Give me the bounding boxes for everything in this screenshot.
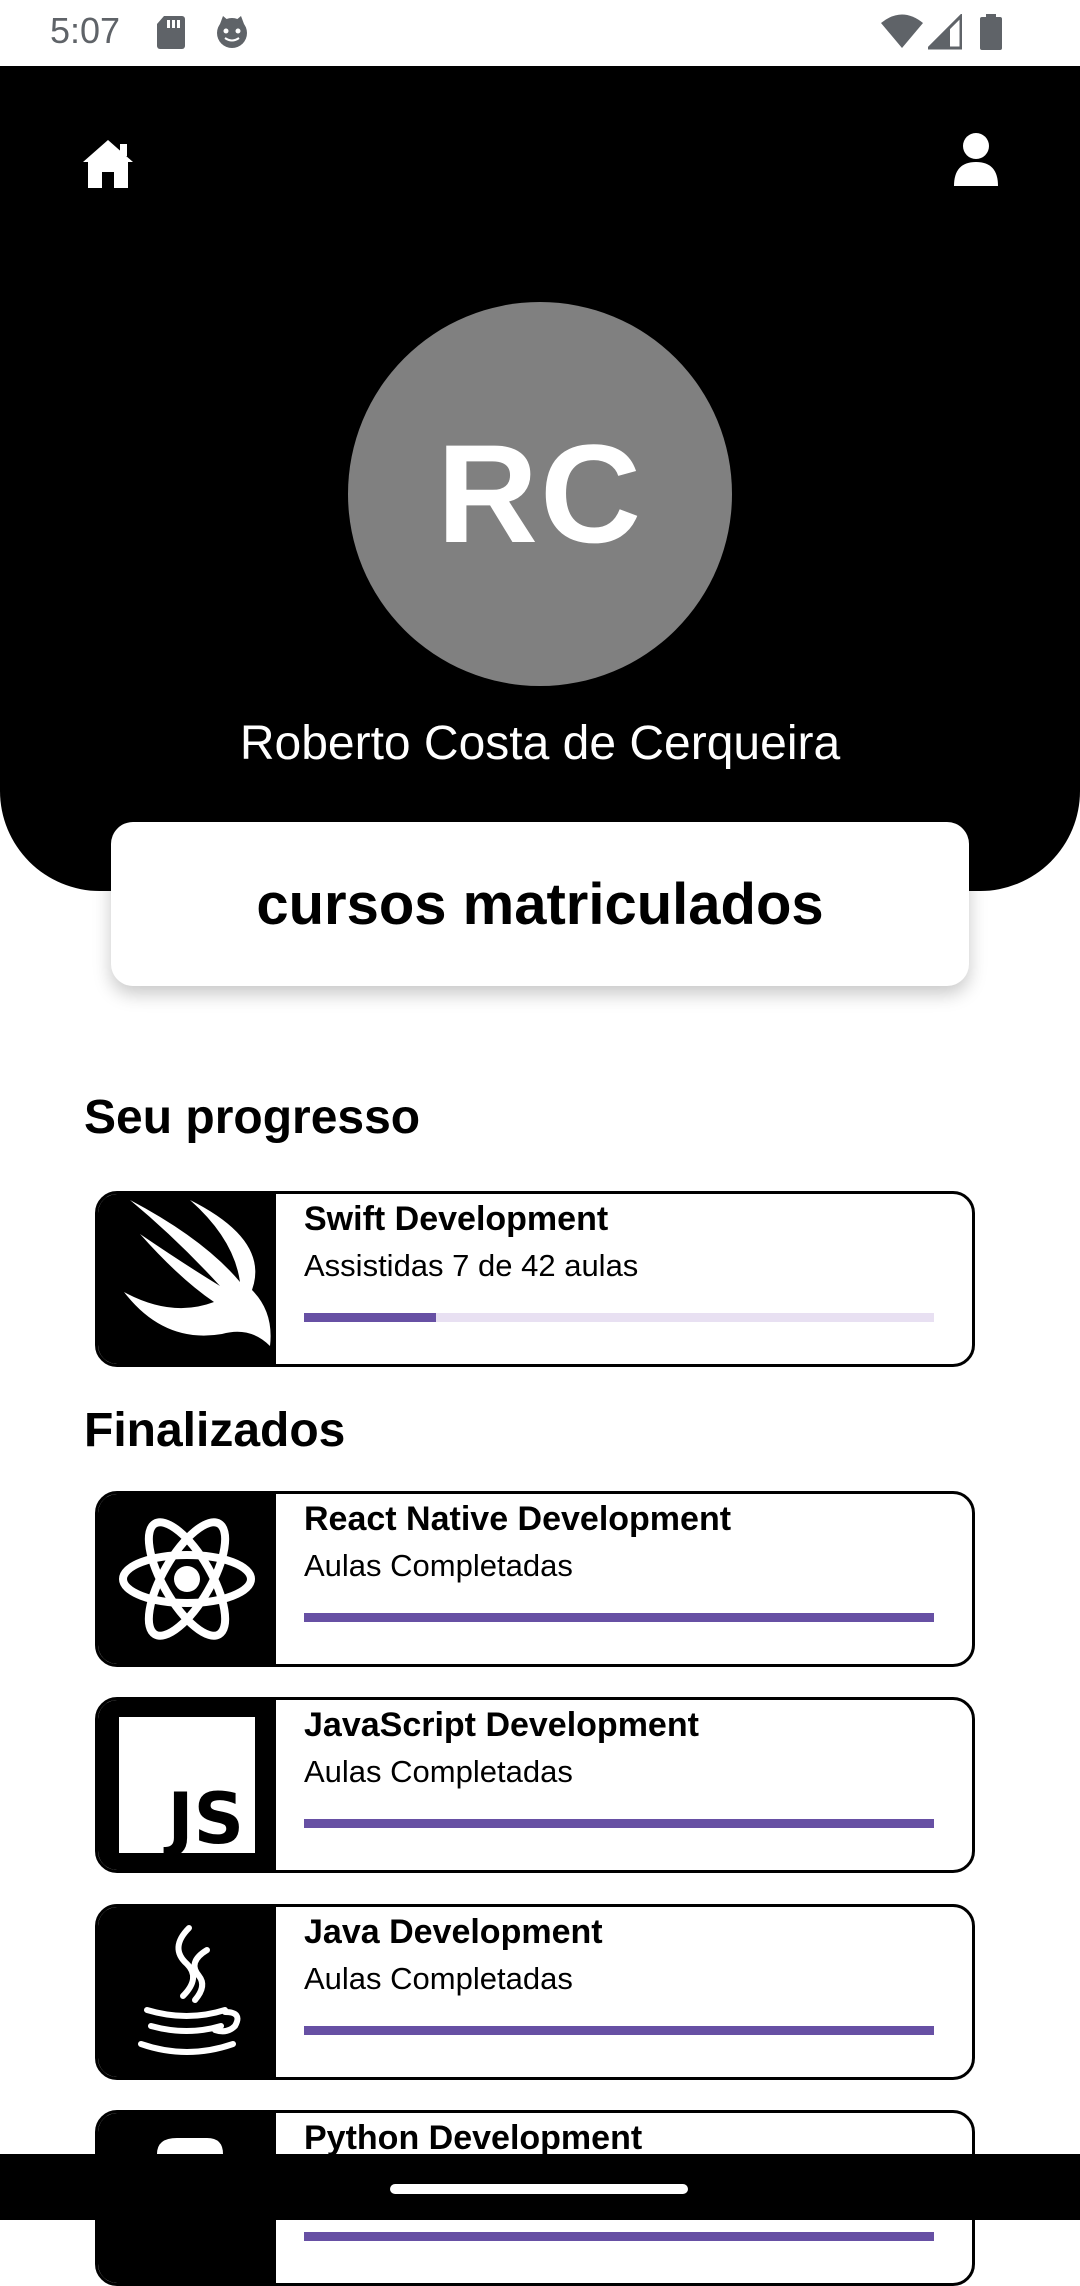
react-icon [119, 1518, 255, 1640]
progress-bar [304, 1819, 934, 1828]
progress-bar [304, 2232, 934, 2241]
home-gesture-handle[interactable] [390, 2184, 688, 2194]
course-subtitle: Aulas Completadas [304, 1961, 573, 1996]
svg-text:JS: JS [164, 1778, 244, 1853]
finished-section-title: Finalizados [84, 1404, 346, 1457]
signal-icon [928, 14, 962, 50]
course-card-react-native[interactable]: React Native Development Aulas Completad… [95, 1491, 975, 1667]
progress-fill [304, 2232, 934, 2241]
course-title: Python Development [304, 2119, 643, 2157]
user-icon[interactable] [952, 132, 1000, 188]
navigation-bar [0, 2154, 1080, 2220]
course-subtitle: Aulas Completadas [304, 1754, 573, 1789]
enrolled-courses-label: cursos matriculados [256, 871, 824, 937]
progress-fill [304, 1313, 437, 1322]
course-title: Java Development [304, 1913, 603, 1951]
swift-icon [124, 1200, 271, 1346]
course-title: React Native Development [304, 1500, 732, 1538]
course-title: Swift Development [304, 1200, 609, 1238]
home-icon[interactable] [80, 136, 136, 192]
progress-bar [304, 2026, 934, 2035]
sd-card-icon [157, 16, 185, 49]
course-card-swift[interactable]: Swift Development Assistidas 7 de 42 aul… [95, 1191, 975, 1367]
progress-section-title: Seu progresso [84, 1091, 421, 1144]
course-subtitle: Aulas Completadas [304, 1548, 573, 1583]
progress-bar [304, 1313, 934, 1322]
enrolled-courses-button[interactable]: cursos matriculados [111, 822, 969, 986]
javascript-icon: JS [119, 1717, 255, 1853]
progress-bar [304, 1613, 934, 1622]
progress-fill [304, 1613, 934, 1622]
status-time: 5:07 [50, 10, 121, 51]
course-title: JavaScript Development [304, 1706, 699, 1744]
java-icon [138, 1925, 241, 2055]
avatar: RC [348, 302, 732, 686]
progress-fill [304, 2026, 934, 2035]
battery-icon [980, 14, 1002, 50]
avatar-initials: RC [436, 415, 644, 572]
user-name: Roberto Costa de Cerqueira [239, 717, 841, 770]
profile-header: RC Roberto Costa de Cerqueira [0, 66, 1080, 891]
cat-face-icon [217, 16, 247, 48]
wifi-icon [881, 14, 923, 48]
course-card-javascript[interactable]: JS JavaScript Development Aulas Completa… [95, 1697, 975, 1873]
progress-fill [304, 1819, 934, 1828]
course-subtitle: Assistidas 7 de 42 aulas [304, 1248, 639, 1283]
status-bar: 5:07 [0, 0, 1080, 66]
course-card-java[interactable]: Java Development Aulas Completadas [95, 1904, 975, 2080]
